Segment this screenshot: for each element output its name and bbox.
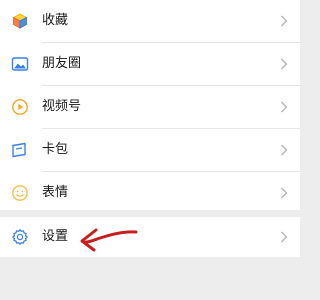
menu-item-favorites[interactable]: 收藏 (0, 0, 300, 42)
menu-item-label: 卡包 (42, 142, 69, 157)
settings-group: 设置 (0, 217, 300, 257)
chevron-right-icon (280, 144, 288, 156)
menu-item-channels[interactable]: 视频号 (0, 86, 300, 128)
menu-item-label: 表情 (42, 185, 69, 200)
favorites-cube-icon (11, 12, 29, 30)
annotation-arrow-icon (76, 220, 140, 254)
channels-play-icon (11, 98, 29, 116)
sticker-smile-icon (11, 184, 29, 202)
me-menu-screen: 收藏 朋友圈 视频号 卡包 表情 设置 (0, 0, 300, 300)
menu-item-moments[interactable]: 朋友圈 (0, 43, 300, 85)
menu-group: 收藏 朋友圈 视频号 卡包 表情 (0, 0, 300, 210)
moments-picture-icon (11, 55, 29, 73)
menu-item-settings[interactable]: 设置 (0, 217, 300, 257)
chevron-right-icon (280, 15, 288, 27)
menu-item-label: 视频号 (42, 99, 82, 114)
menu-item-label: 设置 (42, 229, 69, 244)
menu-item-cards[interactable]: 卡包 (0, 129, 300, 171)
chevron-right-icon (280, 58, 288, 70)
menu-item-label: 收藏 (42, 13, 69, 28)
chevron-right-icon (280, 101, 288, 113)
menu-item-stickers[interactable]: 表情 (0, 172, 300, 214)
gear-icon (11, 228, 29, 246)
card-wallet-icon (11, 141, 29, 159)
menu-item-label: 朋友圈 (42, 56, 82, 71)
chevron-right-icon (280, 187, 288, 199)
chevron-right-icon (280, 231, 288, 243)
